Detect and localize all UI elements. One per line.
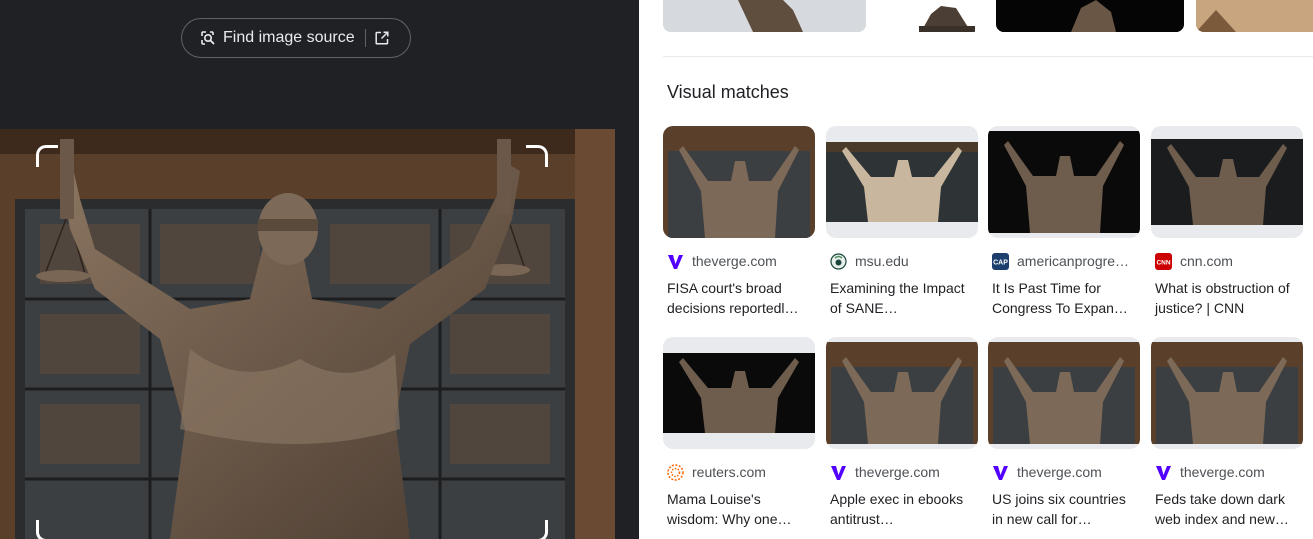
visual-match-card[interactable]: reuters.com Mama Louise's wisdom: Why on… xyxy=(663,337,815,529)
visual-match-card[interactable]: theverge.com FISA court's broad decision… xyxy=(663,126,815,318)
match-domain: reuters.com xyxy=(692,464,766,480)
match-title[interactable]: Apple exec in ebooks antitrust… xyxy=(826,489,978,529)
match-title[interactable]: US joins six countries in new call for… xyxy=(988,489,1140,529)
match-thumbnail[interactable] xyxy=(663,126,815,238)
button-divider xyxy=(364,29,366,47)
related-thumb[interactable] xyxy=(1196,0,1313,32)
match-domain: theverge.com xyxy=(692,253,777,269)
open-in-new-icon xyxy=(374,30,390,46)
visual-match-card[interactable]: msu.edu Examining the Impact of SANE… xyxy=(826,126,978,318)
related-thumb[interactable] xyxy=(911,0,981,32)
svg-text:CAP: CAP xyxy=(993,259,1008,266)
match-domain: msu.edu xyxy=(855,253,909,269)
crop-handle-bottom-left[interactable] xyxy=(36,520,58,539)
cnn-favicon-icon: CNN xyxy=(1155,252,1172,270)
msu-favicon-icon xyxy=(830,252,847,270)
match-thumbnail[interactable] xyxy=(1151,337,1303,449)
related-thumb[interactable] xyxy=(663,0,866,32)
svg-text:CNN: CNN xyxy=(1156,259,1170,266)
verge-favicon-icon xyxy=(830,464,847,481)
reuters-favicon-icon xyxy=(667,463,684,481)
lens-search-icon xyxy=(199,29,217,47)
match-thumbnail[interactable] xyxy=(826,126,978,238)
match-title[interactable]: Feds take down dark web index and new… xyxy=(1151,489,1303,529)
match-domain: theverge.com xyxy=(1180,464,1265,480)
match-title[interactable]: Mama Louise's wisdom: Why one… xyxy=(663,489,815,529)
cap-favicon-icon: CAP xyxy=(992,252,1009,270)
visual-match-card[interactable]: theverge.com US joins six countries in n… xyxy=(988,337,1140,529)
match-domain: theverge.com xyxy=(855,464,940,480)
match-title[interactable]: It Is Past Time for Congress To Expan… xyxy=(988,278,1140,318)
verge-favicon-icon xyxy=(1155,464,1172,481)
verge-favicon-icon xyxy=(667,253,684,270)
find-image-source-button[interactable]: Find image source xyxy=(181,18,411,58)
match-title[interactable]: FISA court's broad decisions reportedl… xyxy=(663,278,815,318)
visual-match-card[interactable]: CNN cnn.com What is obstruction of justi… xyxy=(1151,126,1303,318)
results-pane: Visual matches theverge.com FISA court's… xyxy=(639,0,1313,539)
match-title[interactable]: Examining the Impact of SANE… xyxy=(826,278,978,318)
match-title[interactable]: What is obstruction of justice? | CNN xyxy=(1151,278,1303,318)
visual-match-card[interactable]: theverge.com Apple exec in ebooks antitr… xyxy=(826,337,978,529)
match-thumbnail[interactable] xyxy=(663,337,815,449)
crop-handle-bottom-right[interactable] xyxy=(526,520,548,539)
section-divider xyxy=(663,56,1313,57)
image-preview-pane: Find image source xyxy=(0,0,639,539)
match-thumbnail[interactable] xyxy=(826,337,978,449)
selected-image xyxy=(0,129,615,539)
visual-matches-heading: Visual matches xyxy=(667,82,789,102)
match-thumbnail[interactable] xyxy=(988,126,1140,238)
match-thumbnail[interactable] xyxy=(988,337,1140,449)
visual-match-card[interactable]: CAP americanprogre… It Is Past Time for … xyxy=(988,126,1140,318)
related-thumb[interactable] xyxy=(996,0,1184,32)
match-thumbnail[interactable] xyxy=(1151,126,1303,238)
find-image-source-label: Find image source xyxy=(223,29,355,46)
match-domain: americanprogre… xyxy=(1017,253,1130,269)
crop-handle-top-left[interactable] xyxy=(36,145,58,167)
match-domain: theverge.com xyxy=(1017,464,1102,480)
match-domain: cnn.com xyxy=(1180,253,1233,269)
verge-favicon-icon xyxy=(992,464,1009,481)
crop-handle-top-right[interactable] xyxy=(526,145,548,167)
visual-match-card[interactable]: theverge.com Feds take down dark web ind… xyxy=(1151,337,1303,529)
